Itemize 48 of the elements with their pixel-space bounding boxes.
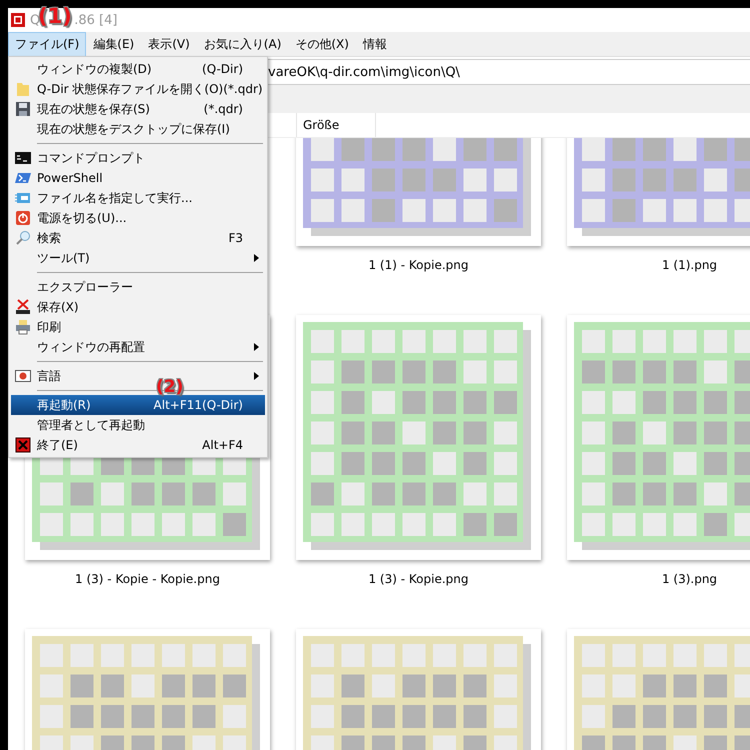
menu-item[interactable]: 印刷: [11, 317, 265, 337]
floppy-icon: [15, 101, 31, 117]
close-icon: [15, 437, 31, 453]
folder-icon: [15, 81, 31, 97]
menu-bar-item[interactable]: 情報: [356, 32, 394, 56]
flag-icon: [15, 368, 31, 384]
file-name: 1 (3).png: [662, 572, 718, 586]
powershell-icon: [15, 170, 31, 186]
shortcut-text: (*.qdr): [204, 101, 243, 117]
file-name: 1 (3) - Kopie - Kopie.png: [75, 572, 220, 586]
menu-item[interactable]: 現在の状態をデスクトップに保存(I): [11, 119, 265, 139]
annotation-marker: (2): [156, 377, 184, 397]
crossed-port-icon: [15, 299, 31, 315]
printer-icon: [15, 319, 31, 335]
menu-item[interactable]: 終了(E) Alt+F4: [11, 435, 265, 455]
column-header[interactable]: Größe: [297, 113, 376, 137]
file-name: 1 (1) - Kopie.png: [368, 258, 468, 272]
menu-item[interactable]: ファイル名を指定して実行...: [11, 188, 265, 208]
annotation-marker: (1): [38, 4, 72, 28]
menu-item[interactable]: ウィンドウの複製(D) (Q-Dir): [11, 59, 265, 79]
menu-item[interactable]: PowerShell: [11, 168, 265, 188]
menu-item[interactable]: 管理者として再起動: [11, 415, 265, 435]
menu-bar-item[interactable]: その他(X): [288, 32, 356, 56]
menu-item[interactable]: 現在の状態を保存(S) (*.qdr): [11, 99, 265, 119]
menu-item[interactable]: 再起動(R) Alt+F11(Q-Dir): [11, 395, 265, 415]
menu-item[interactable]: エクスプローラー: [11, 277, 265, 297]
menu-item[interactable]: ツール(T): [11, 248, 265, 268]
terminal-icon: [15, 150, 31, 166]
menu-item[interactable]: コマンドプロンプト: [11, 148, 265, 168]
shortcut-text: F3: [228, 230, 243, 246]
file-name: 1 (3) - Kopie.png: [368, 572, 468, 586]
menu-bar-item[interactable]: お気に入り(A): [196, 32, 288, 56]
menu-item[interactable]: 保存(X): [11, 297, 265, 317]
run-icon: [15, 190, 31, 206]
shortcut-text: Alt+F11(Q-Dir): [154, 397, 243, 413]
menu-bar-item[interactable]: ファイル(F): [8, 32, 86, 56]
menu-bar-item[interactable]: 表示(V): [141, 32, 197, 56]
window-title: Q: [30, 12, 40, 28]
search-icon: [15, 230, 31, 246]
window-title: .86 [4]: [74, 12, 118, 28]
menu-item[interactable]: 電源を切る(U)...: [11, 208, 265, 228]
menu-bar-item[interactable]: 編集(E): [86, 32, 142, 56]
menu-item[interactable]: 検索 F3: [11, 228, 265, 248]
power-icon: [15, 210, 31, 226]
menu-item[interactable]: ウィンドウの再配置: [11, 337, 265, 357]
file-name: 1 (1).png: [662, 258, 718, 272]
shortcut-text: Alt+F4: [202, 437, 243, 453]
shortcut-text: (Q-Dir): [202, 61, 243, 77]
